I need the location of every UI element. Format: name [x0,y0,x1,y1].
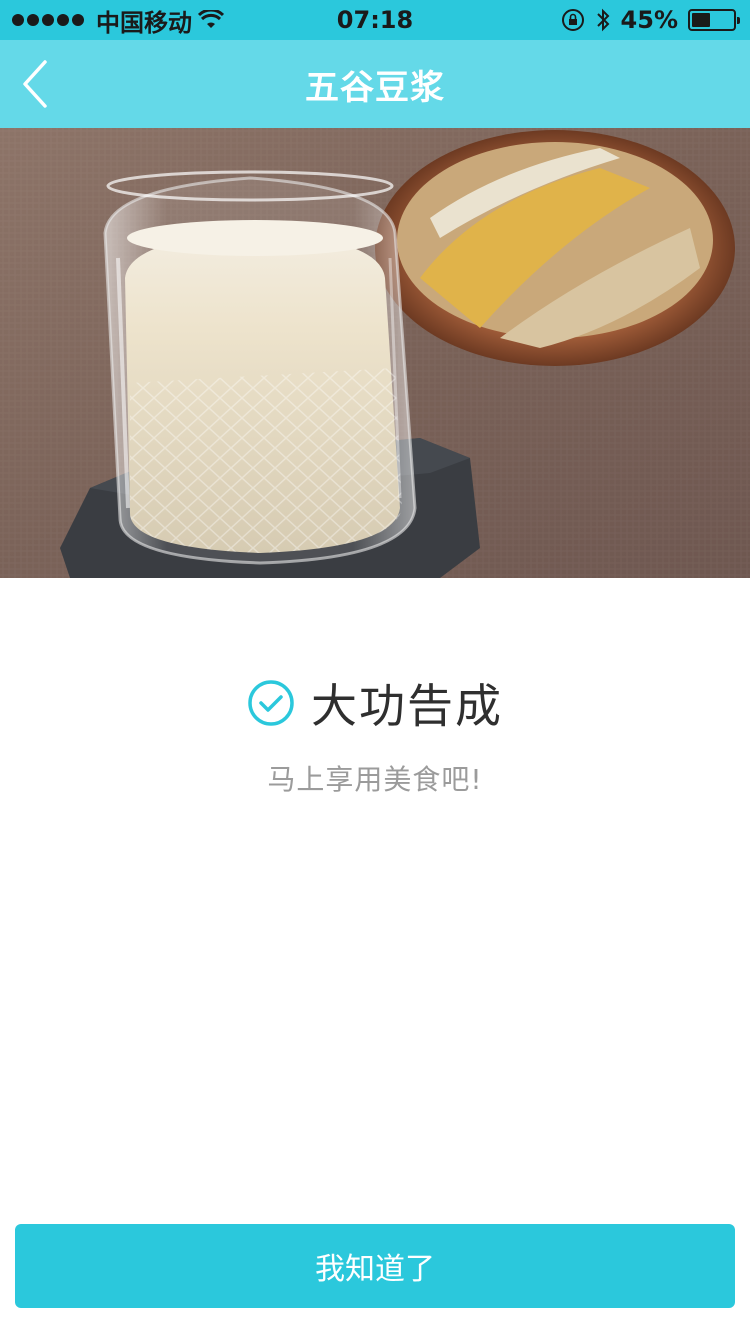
status-bar-left: 中国移动 [12,0,224,40]
clock: 07:18 [336,6,414,34]
result-subtitle: 马上享用美食吧! [267,763,483,796]
battery-icon [688,9,740,31]
wifi-icon [198,10,224,28]
nav-bar: 五谷豆浆 [0,40,750,128]
status-bar-right: 45% [561,0,740,40]
page-title: 五谷豆浆 [305,67,445,108]
result-title: 大功告成 [311,679,503,733]
bluetooth-icon [596,8,609,32]
result-section: 大功告成 马上享用美食吧! [0,670,750,798]
battery-fill [692,13,710,27]
status-bar: 中国移动 07:18 45% [0,0,750,40]
battery-percent: 45% [620,6,678,34]
result-title-row: 大功告成 [0,670,750,736]
back-button[interactable] [20,54,80,114]
soy-milk-glass-photo [0,128,750,578]
signal-dots-icon [12,14,84,26]
carrier-label: 中国移动 [96,8,192,37]
rotation-lock-icon [561,9,584,31]
hero-image [0,128,750,578]
confirm-button[interactable]: 我知道了 [15,1224,735,1308]
chevron-left-icon [23,60,47,108]
check-circle-icon [248,680,294,726]
